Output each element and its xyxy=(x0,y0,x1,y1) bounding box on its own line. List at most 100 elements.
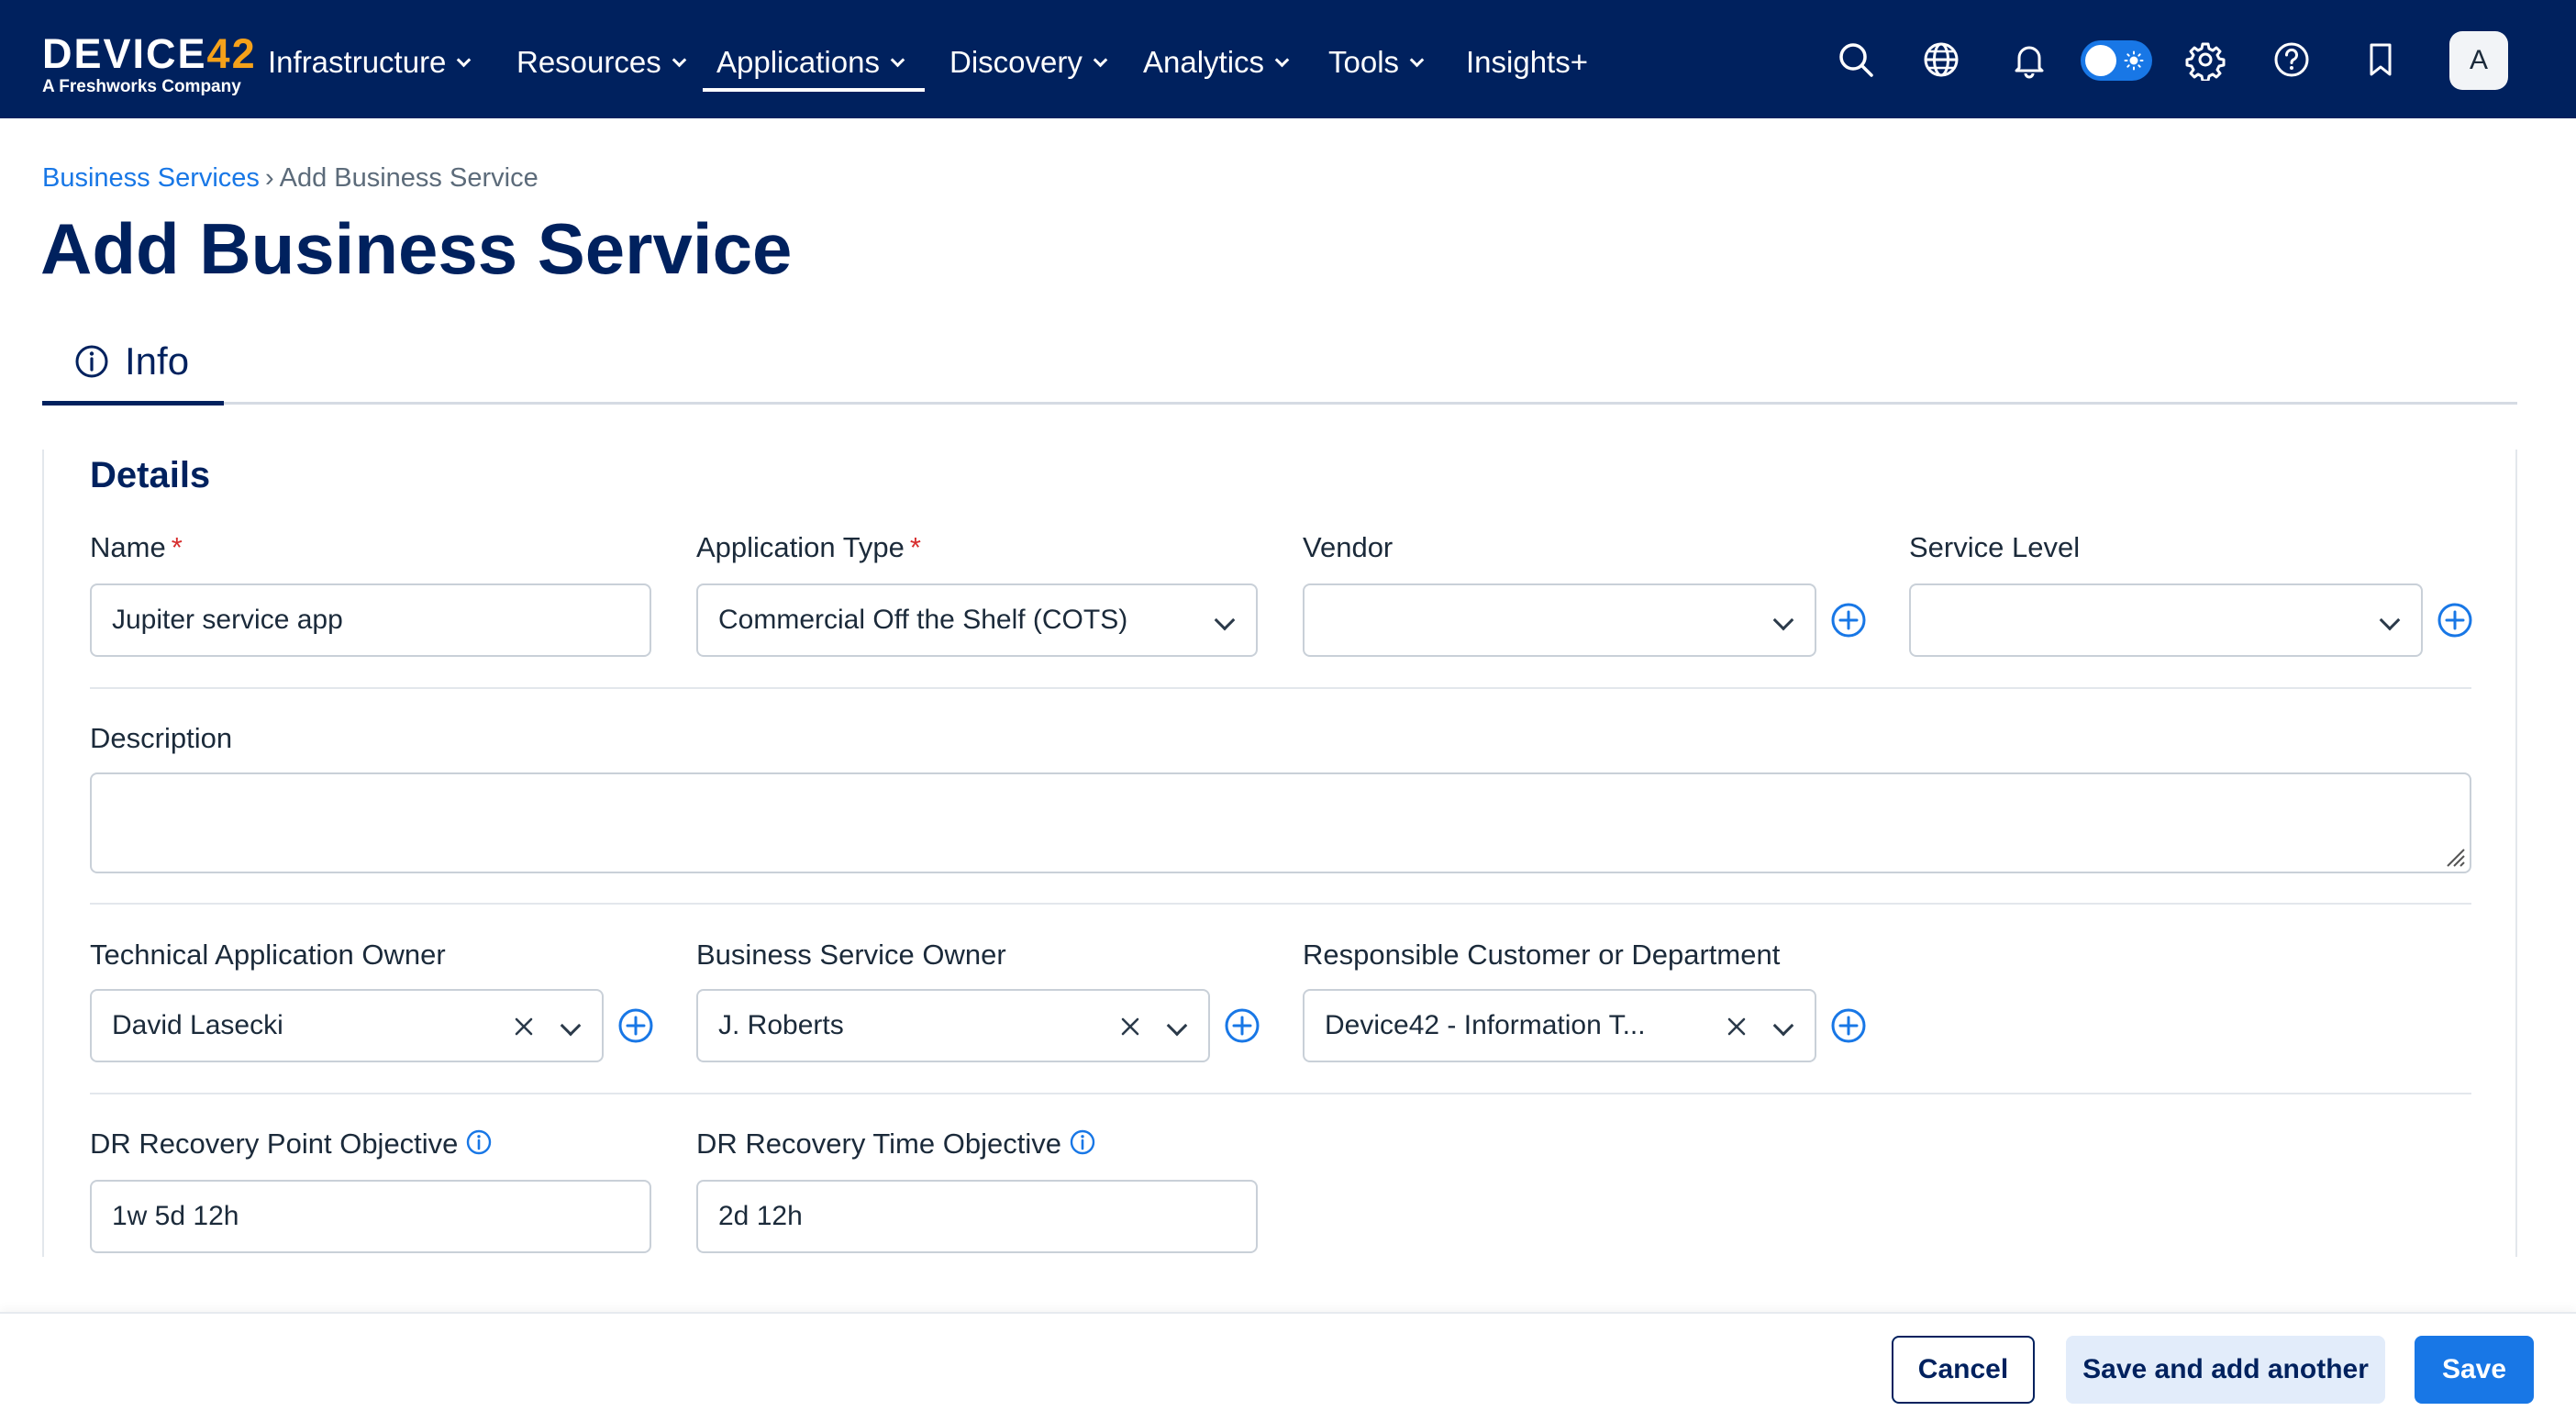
dr-rpo-label-text: DR Recovery Point Objective xyxy=(90,1128,459,1160)
device42-logo[interactable]: DEVICE42 A Freshworks Company xyxy=(42,33,257,97)
chevron-down-icon xyxy=(1274,52,1290,68)
nav-active-indicator xyxy=(703,88,925,92)
tabs-divider xyxy=(42,402,2517,405)
sun-icon xyxy=(2124,50,2144,71)
nav-label: Insights+ xyxy=(1466,45,1588,79)
clear-icon[interactable] xyxy=(1723,1013,1750,1040)
logo-wordmark: DEVICE xyxy=(42,30,207,77)
tab-info[interactable]: Info xyxy=(42,330,224,405)
add-vendor-icon[interactable] xyxy=(1829,601,1868,639)
business-owner-select[interactable]: J. Roberts xyxy=(696,989,1210,1062)
search-icon[interactable] xyxy=(1835,39,1877,81)
add-service-level-icon[interactable] xyxy=(2436,601,2474,639)
nav-label: Resources xyxy=(516,45,661,79)
breadcrumb-current: Add Business Service xyxy=(279,163,539,193)
top-navbar: DEVICE42 A Freshworks Company Infrastruc… xyxy=(0,0,2576,118)
user-avatar[interactable]: A xyxy=(2449,31,2508,90)
nav-applications[interactable]: Applications xyxy=(716,37,905,88)
application-type-label: Application Type * xyxy=(696,528,921,567)
section-title-details: Details xyxy=(90,455,211,495)
required-marker: * xyxy=(171,531,183,563)
nav-label: Discovery xyxy=(949,45,1083,79)
chevron-down-icon xyxy=(890,52,905,68)
responsible-customer-label: Responsible Customer or Department xyxy=(1303,939,1781,971)
add-responsible-customer-icon[interactable] xyxy=(1829,1006,1868,1045)
add-technical-owner-icon[interactable] xyxy=(616,1006,655,1045)
help-icon[interactable] xyxy=(2271,39,2313,81)
nav-tools[interactable]: Tools xyxy=(1328,37,1425,88)
vendor-label: Vendor xyxy=(1303,531,1393,563)
business-owner-label: Business Service Owner xyxy=(696,939,1006,971)
responsible-customer-value: Device42 - Information T... xyxy=(1325,1010,1646,1040)
responsible-customer-select[interactable]: Device42 - Information T... xyxy=(1303,989,1816,1062)
logo-number: 42 xyxy=(206,30,257,77)
name-value: Jupiter service app xyxy=(112,605,343,635)
row-divider xyxy=(90,687,2471,689)
application-type-label-text: Application Type xyxy=(696,531,905,563)
dr-rpo-input[interactable]: 1w 5d 12h xyxy=(90,1180,651,1253)
chevron-down-icon xyxy=(560,1015,582,1037)
dr-rto-input[interactable]: 2d 12h xyxy=(696,1180,1258,1253)
breadcrumb-separator: › xyxy=(264,163,274,193)
info-icon xyxy=(75,345,108,378)
add-business-owner-icon[interactable] xyxy=(1223,1006,1261,1045)
chevron-down-icon xyxy=(672,52,687,68)
business-owner-value: J. Roberts xyxy=(718,1010,844,1040)
toggle-knob xyxy=(2085,45,2116,76)
bell-icon[interactable] xyxy=(2008,39,2050,81)
row-divider xyxy=(90,903,2471,905)
logo-tagline: A Freshworks Company xyxy=(42,77,241,96)
info-icon[interactable] xyxy=(465,1128,493,1156)
nav-infrastructure[interactable]: Infrastructure xyxy=(268,37,472,88)
save-and-add-another-button[interactable]: Save and add another xyxy=(2066,1336,2385,1404)
gear-icon[interactable] xyxy=(2184,39,2226,83)
service-level-label: Service Level xyxy=(1909,531,2081,563)
chevron-down-icon xyxy=(1772,1015,1794,1037)
nav-label: Analytics xyxy=(1143,45,1265,79)
tab-info-label: Info xyxy=(125,339,190,383)
dr-rto-label-text: DR Recovery Time Objective xyxy=(696,1128,1061,1160)
globe-icon[interactable] xyxy=(1920,39,1962,81)
description-textarea[interactable] xyxy=(90,772,2471,873)
chevron-down-icon xyxy=(1772,609,1794,631)
name-input[interactable]: Jupiter service app xyxy=(90,583,651,657)
required-marker: * xyxy=(909,531,921,563)
nav-insights[interactable]: Insights+ xyxy=(1466,37,1588,88)
application-type-value: Commercial Off the Shelf (COTS) xyxy=(718,605,1128,635)
clear-icon[interactable] xyxy=(510,1013,538,1040)
dr-rto-value: 2d 12h xyxy=(718,1201,803,1231)
technical-owner-select[interactable]: David Lasecki xyxy=(90,989,604,1062)
name-label: Name * xyxy=(90,528,183,567)
service-level-select[interactable] xyxy=(1909,583,2423,657)
technical-owner-label: Technical Application Owner xyxy=(90,939,446,971)
chevron-down-icon xyxy=(2379,609,2401,631)
nav-label: Applications xyxy=(716,45,880,79)
nav-label: Tools xyxy=(1328,45,1400,79)
nav-resources[interactable]: Resources xyxy=(516,37,687,88)
dr-rto-label: DR Recovery Time Objective xyxy=(696,1125,1096,1163)
chevron-down-icon xyxy=(1166,1015,1188,1037)
dr-rpo-value: 1w 5d 12h xyxy=(112,1201,239,1231)
nav-discovery[interactable]: Discovery xyxy=(949,37,1108,88)
page-title: Add Business Service xyxy=(40,208,793,289)
chevron-down-icon xyxy=(1093,52,1108,68)
dr-rpo-label: DR Recovery Point Objective xyxy=(90,1125,493,1163)
tab-active-indicator xyxy=(42,401,224,405)
bookmark-icon[interactable] xyxy=(2359,39,2402,81)
application-type-select[interactable]: Commercial Off the Shelf (COTS) xyxy=(696,583,1258,657)
cancel-button[interactable]: Cancel xyxy=(1892,1336,2035,1404)
clear-icon[interactable] xyxy=(1116,1013,1144,1040)
nav-label: Infrastructure xyxy=(268,45,447,79)
info-icon[interactable] xyxy=(1069,1128,1096,1156)
breadcrumb-business-services[interactable]: Business Services xyxy=(42,163,260,193)
save-button[interactable]: Save xyxy=(2415,1336,2534,1404)
breadcrumb: Business Services › Add Business Service xyxy=(42,163,539,194)
description-label: Description xyxy=(90,722,233,754)
resize-grip-icon[interactable] xyxy=(2442,844,2466,868)
technical-owner-value: David Lasecki xyxy=(112,1010,283,1040)
vendor-select[interactable] xyxy=(1303,583,1816,657)
nav-analytics[interactable]: Analytics xyxy=(1143,37,1290,88)
chevron-down-icon xyxy=(457,52,472,68)
chevron-down-icon xyxy=(1409,52,1425,68)
theme-toggle[interactable] xyxy=(2081,40,2152,81)
